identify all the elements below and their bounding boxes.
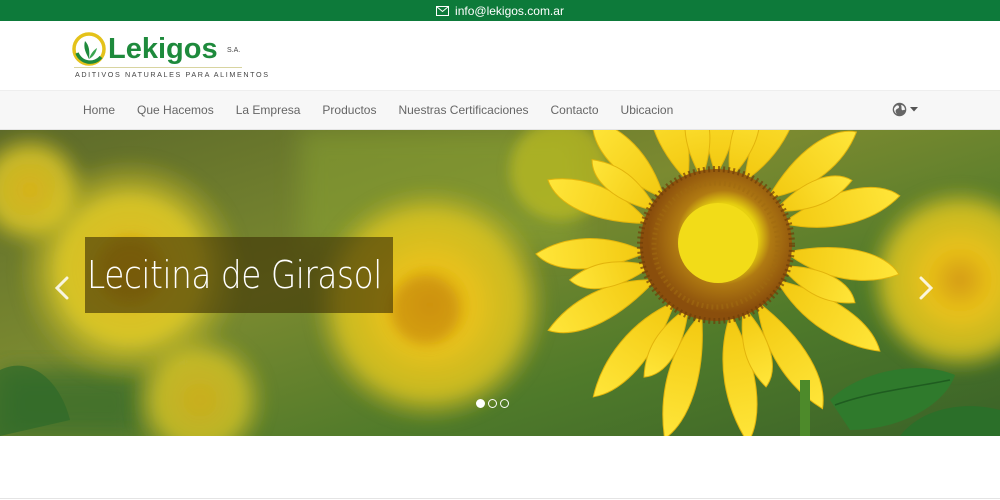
carousel-indicators xyxy=(476,399,509,408)
nav-menu: Home Que Hacemos La Empresa Productos Nu… xyxy=(72,91,684,129)
carousel-indicator-3[interactable] xyxy=(500,399,509,408)
language-dropdown[interactable] xyxy=(892,102,918,117)
chevron-right-icon[interactable] xyxy=(917,276,935,300)
globe-icon xyxy=(892,102,907,117)
nav-item-que-hacemos[interactable]: Que Hacemos xyxy=(126,103,225,117)
caret-down-icon xyxy=(910,107,918,112)
carousel-indicator-1[interactable] xyxy=(476,399,485,408)
nav-item-certificaciones[interactable]: Nuestras Certificaciones xyxy=(387,103,539,117)
site-header: Lekigos S.A. ADITIVOS NATURALES PARA ALI… xyxy=(0,21,1000,90)
slide-caption-text: Lecitina de Girasol xyxy=(87,253,382,297)
top-contact-bar: info@lekigos.com.ar xyxy=(0,0,1000,21)
logo-divider xyxy=(74,67,242,68)
nav-item-la-empresa[interactable]: La Empresa xyxy=(225,103,312,117)
nav-item-ubicacion[interactable]: Ubicacion xyxy=(610,103,685,117)
brand-suffix: S.A. xyxy=(227,47,241,54)
nav-item-home[interactable]: Home xyxy=(72,103,126,117)
leaf-logo-icon xyxy=(72,32,106,66)
carousel-indicator-2[interactable] xyxy=(488,399,497,408)
nav-item-productos[interactable]: Productos xyxy=(311,103,387,117)
slide-caption: Lecitina de Girasol xyxy=(85,237,393,313)
brand-tagline: ADITIVOS NATURALES PARA ALIMENTOS xyxy=(75,70,270,79)
hero-carousel[interactable]: Lecitina de Girasol xyxy=(0,130,1000,436)
chevron-left-icon[interactable] xyxy=(53,276,71,300)
main-navbar: Home Que Hacemos La Empresa Productos Nu… xyxy=(0,90,1000,130)
content-divider xyxy=(0,498,1000,499)
brand-logo[interactable]: Lekigos S.A. ADITIVOS NATURALES PARA ALI… xyxy=(72,31,268,81)
brand-name: Lekigos xyxy=(108,33,218,65)
contact-email-link[interactable]: info@lekigos.com.ar xyxy=(455,4,564,18)
envelope-icon xyxy=(436,5,450,16)
nav-item-contacto[interactable]: Contacto xyxy=(540,103,610,117)
